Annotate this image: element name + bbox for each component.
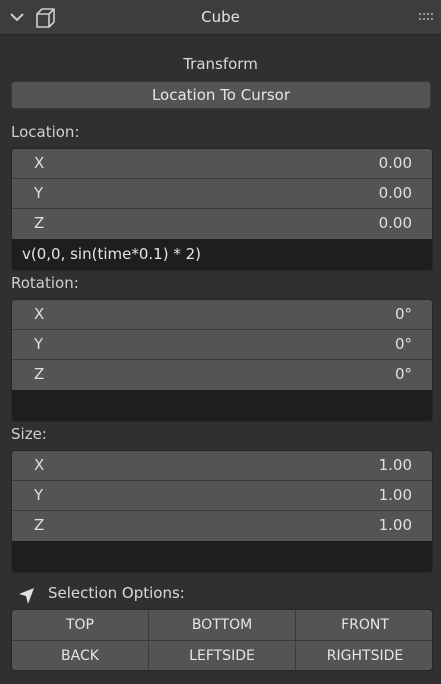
transform-title: Transform [183, 55, 258, 73]
axis-label: Y [34, 486, 44, 504]
leftside-button[interactable]: LEFTSIDE [149, 641, 295, 670]
rotation-x-field[interactable]: X 0° [12, 300, 432, 330]
cursor-arrow-icon [19, 588, 34, 604]
location-label: Location: [11, 123, 80, 141]
size-label: Size: [11, 425, 47, 443]
size-z-field[interactable]: Z 1.00 [12, 511, 432, 541]
size-fields: X 1.00 Y 1.00 Z 1.00 [11, 450, 433, 573]
axis-label: Z [34, 365, 45, 383]
panel-title: Cube [201, 8, 240, 26]
axis-label: Y [34, 335, 44, 353]
field-value: 1.00 [378, 486, 412, 504]
back-button[interactable]: BACK [12, 641, 148, 670]
front-button[interactable]: FRONT [296, 610, 432, 640]
axis-label: X [34, 305, 45, 323]
drag-grip-icon[interactable] [419, 13, 433, 21]
location-x-field[interactable]: X 0.00 [12, 149, 432, 179]
panel-header[interactable]: Cube [0, 0, 441, 35]
field-value: 0.00 [378, 184, 412, 202]
location-to-cursor-button[interactable]: Location To Cursor [11, 81, 431, 109]
rotation-y-field[interactable]: Y 0° [12, 330, 432, 360]
axis-label: Z [34, 516, 45, 534]
rotation-fields: X 0° Y 0° Z 0° [11, 299, 433, 422]
axis-label: X [34, 456, 45, 474]
object-panel: Cube Transform Location To Cursor Locati… [0, 0, 441, 684]
field-value: 0.00 [378, 214, 412, 232]
field-value: 0° [394, 365, 412, 383]
top-button[interactable]: TOP [12, 610, 148, 640]
expression-text: v(0,0, sin(time*0.1) * 2) [22, 245, 201, 263]
location-y-field[interactable]: Y 0.00 [12, 179, 432, 209]
rotation-z-field[interactable]: Z 0° [12, 360, 432, 390]
rightside-button[interactable]: RIGHTSIDE [296, 641, 432, 670]
axis-label: X [34, 154, 45, 172]
size-expression-field[interactable] [12, 541, 432, 572]
axis-label: Z [34, 214, 45, 232]
location-fields: X 0.00 Y 0.00 Z 0.00 v(0,0, sin(time*0.1… [11, 148, 433, 271]
field-value: 0° [394, 305, 412, 323]
rotation-expression-field[interactable] [12, 390, 432, 421]
bottom-button[interactable]: BOTTOM [149, 610, 295, 640]
size-x-field[interactable]: X 1.00 [12, 451, 432, 481]
location-expression-field[interactable]: v(0,0, sin(time*0.1) * 2) [12, 239, 432, 270]
rotation-label: Rotation: [11, 274, 79, 292]
field-value: 0° [394, 335, 412, 353]
selection-options-label: Selection Options: [48, 584, 185, 602]
axis-label: Y [34, 184, 44, 202]
field-value: 1.00 [378, 516, 412, 534]
field-value: 0.00 [378, 154, 412, 172]
size-y-field[interactable]: Y 1.00 [12, 481, 432, 511]
location-z-field[interactable]: Z 0.00 [12, 209, 432, 239]
selection-buttons-grid: TOP BOTTOM FRONT BACK LEFTSIDE RIGHTSIDE [11, 609, 433, 671]
field-value: 1.00 [378, 456, 412, 474]
